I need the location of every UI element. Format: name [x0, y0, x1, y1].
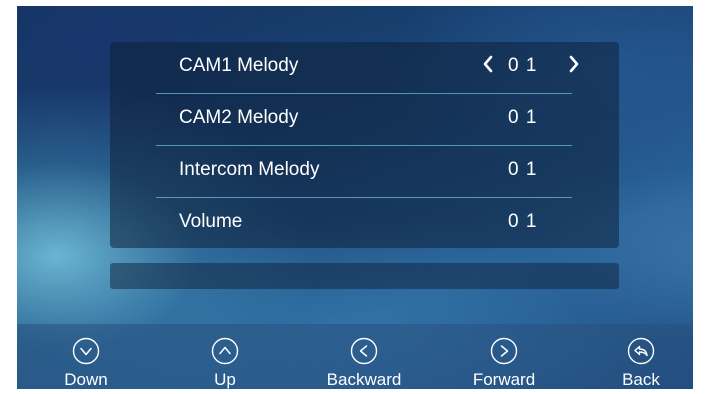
- bottom-nav-bar: Down Up Backward Forward Back: [17, 324, 693, 389]
- chevron-down-icon: [71, 336, 101, 366]
- down-button[interactable]: Down: [31, 324, 141, 389]
- back-button-label: Back: [622, 370, 660, 389]
- forward-button-label: Forward: [472, 370, 536, 389]
- menu-row-value: 0 1: [508, 107, 538, 128]
- menu-row-label: CAM2 Melody: [179, 107, 299, 128]
- up-button[interactable]: Up: [170, 324, 280, 389]
- backward-button-label: Backward: [326, 370, 402, 389]
- settings-menu: CAM1 Melody 0 1 CAM2 Melody 0 1 Intercom…: [110, 42, 619, 248]
- increase-value-arrow-icon[interactable]: [564, 51, 584, 77]
- menu-row-cam2-melody[interactable]: CAM2 Melody 0 1: [156, 94, 572, 146]
- chevron-left-icon: [349, 336, 379, 366]
- backward-button[interactable]: Backward: [309, 324, 419, 389]
- menu-row-label: Intercom Melody: [179, 159, 320, 180]
- up-button-label: Up: [214, 370, 236, 389]
- return-icon: [626, 336, 656, 366]
- forward-button[interactable]: Forward: [449, 324, 559, 389]
- back-button[interactable]: Back: [586, 324, 693, 389]
- decrease-value-arrow-icon[interactable]: [478, 51, 498, 77]
- melody-settings-screen: CAM1 Melody 0 1 CAM2 Melody 0 1 Intercom…: [17, 6, 693, 389]
- info-bar: [110, 263, 619, 289]
- menu-row-value: 0 1: [508, 159, 538, 180]
- menu-row-intercom-melody[interactable]: Intercom Melody 0 1: [156, 146, 572, 198]
- menu-row-value: 0 1: [508, 211, 538, 232]
- menu-row-cam1-melody[interactable]: CAM1 Melody 0 1: [156, 42, 579, 94]
- menu-row-volume[interactable]: Volume 0 1: [156, 198, 572, 249]
- menu-row-label: Volume: [179, 211, 243, 232]
- chevron-up-icon: [210, 336, 240, 366]
- menu-row-label: CAM1 Melody: [179, 55, 299, 76]
- down-button-label: Down: [64, 370, 108, 389]
- chevron-right-icon: [489, 336, 519, 366]
- menu-row-value: 0 1: [508, 55, 538, 76]
